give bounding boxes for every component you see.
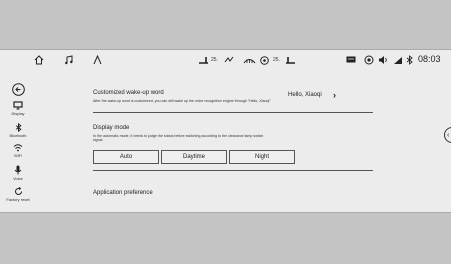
defrost-icon[interactable] [241, 53, 257, 67]
wakeup-word-description: After the wake-up word is customized, yo… [93, 99, 271, 103]
sidebar-item-wifi[interactable]: WiFi [0, 143, 36, 158]
reset-icon [14, 187, 22, 195]
sidebar-item-voice[interactable]: Voice [0, 165, 36, 181]
monitor-icon [13, 101, 23, 110]
temp-left[interactable]: 25. [211, 53, 218, 67]
sidebar-item-label: WiFi [14, 153, 22, 158]
back-arrow-icon [11, 83, 25, 96]
settings-sidebar: Display Bluetooth WiFi Voice Factory res… [0, 77, 36, 207]
seat-heat-left-icon[interactable] [197, 53, 209, 67]
top-band [0, 0, 451, 49]
sidebar-item-label: Voice [13, 176, 23, 181]
back-button[interactable] [0, 83, 36, 96]
signal-circle-icon [363, 53, 374, 67]
bluetooth-icon [15, 123, 22, 132]
status-bar: 25. 25. 08:03 [0, 50, 451, 71]
microphone-icon [14, 165, 22, 175]
airflow-icon[interactable] [222, 53, 236, 67]
sidebar-item-factory-reset[interactable]: Factory reset [0, 187, 36, 202]
mode-daytime-button[interactable]: Daytime [161, 150, 227, 164]
wakeup-word-title: Customized wake-up word [93, 90, 164, 96]
sidebar-item-bluetooth[interactable]: Bluetooth [0, 123, 36, 138]
sidebar-item-label: Bluetooth [9, 133, 27, 138]
divider [93, 170, 373, 171]
clock-time: 08:03 [418, 54, 441, 64]
mode-auto-button[interactable]: Auto [93, 150, 159, 164]
fan-icon[interactable] [259, 53, 269, 67]
temp-right[interactable]: 25. [273, 53, 280, 67]
sidebar-item-label: Factory reset [6, 197, 30, 202]
bottom-band [0, 213, 451, 264]
application-preference-row[interactable]: Application preference [93, 190, 153, 196]
seat-heat-right-icon[interactable] [284, 53, 296, 67]
side-panel-handle-icon[interactable]: ‹ [444, 127, 451, 143]
bluetooth-status-icon [405, 53, 414, 67]
head-unit-screen: 25. 25. 08:03 Display Bluetooth WiFi Voi… [0, 49, 451, 213]
cellular-signal-icon [392, 53, 403, 67]
divider [93, 112, 373, 113]
mode-night-button[interactable]: Night [229, 150, 295, 164]
sidebar-item-label: Display [11, 111, 25, 116]
volume-icon[interactable] [377, 53, 389, 67]
navigation-icon[interactable] [92, 53, 102, 67]
message-icon[interactable] [345, 53, 357, 67]
display-mode-title: Display mode [93, 125, 130, 131]
home-icon[interactable] [33, 53, 45, 67]
wakeup-word-value: Hello, Xiaoqi [288, 92, 322, 98]
music-note-icon[interactable] [63, 53, 75, 67]
display-mode-description: In the automatic mode, it needs to judge… [93, 134, 264, 143]
chevron-right-icon[interactable]: › [333, 90, 336, 100]
wifi-icon [13, 144, 23, 152]
sidebar-item-display[interactable]: Display [0, 101, 36, 116]
